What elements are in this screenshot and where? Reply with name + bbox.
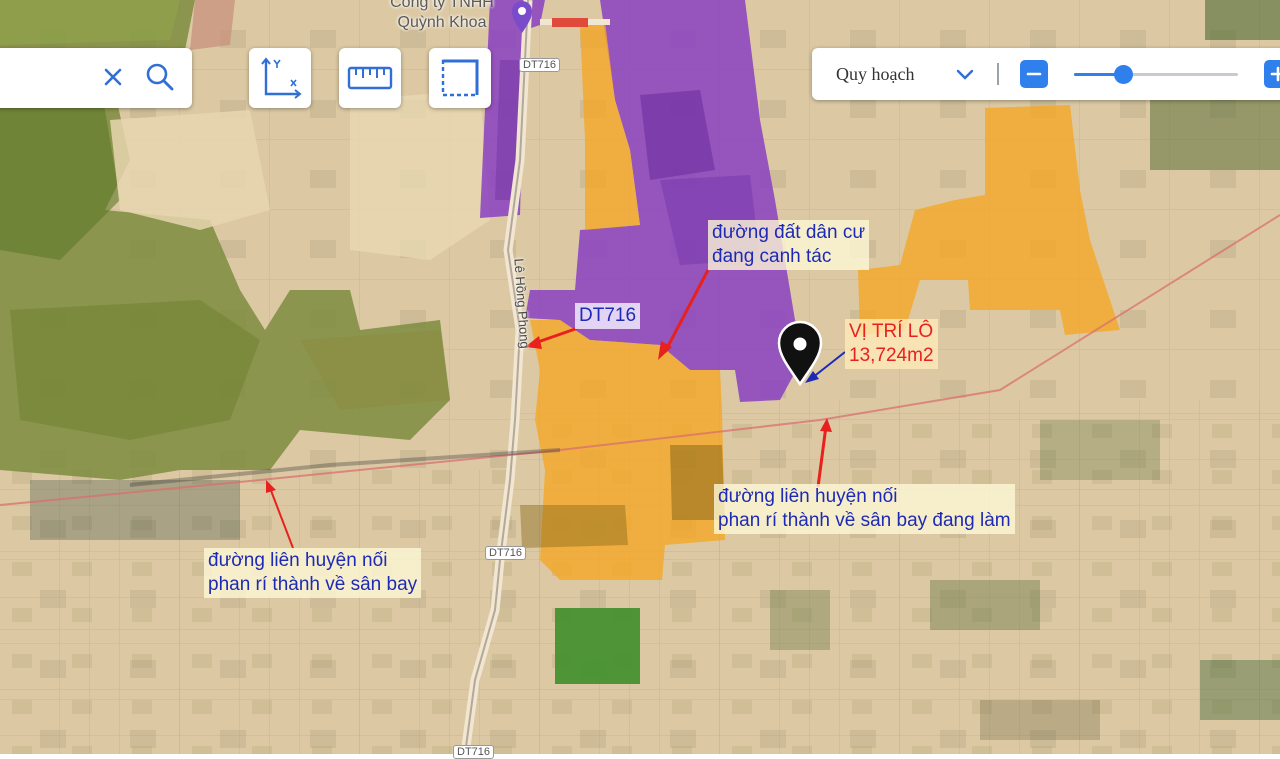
annotation-residential-road: đường đất dân cư đang canh tác — [708, 220, 870, 270]
annotation-lot-location: VỊ TRÍ LÔ 13,724m2 — [845, 319, 938, 369]
zoom-out-button[interactable] — [1020, 60, 1048, 88]
coordinate-button[interactable] — [249, 48, 311, 108]
search-box[interactable] — [0, 48, 192, 108]
annotation-road: đường liên huyện nối phan rí thành về sâ… — [204, 548, 422, 598]
company-label: Công ty TNHH Quỳnh Khoa — [390, 0, 494, 31]
ruler-icon — [347, 66, 393, 90]
close-icon[interactable] — [98, 62, 128, 92]
satellite-map[interactable] — [0, 0, 1280, 754]
dashed-square-icon — [441, 59, 479, 97]
layer-select[interactable]: Quy hoạch — [836, 64, 914, 85]
area-button[interactable] — [429, 48, 491, 108]
road-shield-3: DT716 — [453, 745, 495, 759]
zoom-slider-thumb[interactable] — [1114, 65, 1134, 84]
xy-axis-icon — [261, 57, 302, 99]
company-pin-icon — [511, 0, 533, 34]
zoom-slider[interactable] — [1074, 65, 1238, 84]
road-shield-2: DT716 — [485, 546, 527, 560]
measure-button[interactable] — [339, 48, 401, 108]
divider — [997, 63, 999, 85]
green-field — [555, 608, 640, 684]
minus-icon — [1026, 72, 1042, 76]
search-icon[interactable] — [144, 61, 176, 93]
chevron-down-icon[interactable] — [954, 64, 976, 84]
zoom-in-button[interactable] — [1264, 60, 1280, 88]
plus-icon — [1270, 66, 1280, 82]
layer-zoom-panel: Quy hoạch — [812, 48, 1280, 100]
annotation-dt716: DT716 — [575, 303, 641, 329]
annotation-road-building: đường liên huyện nối phan rí thành về sâ… — [714, 484, 1015, 534]
road-shield-1: DT716 — [519, 58, 561, 72]
